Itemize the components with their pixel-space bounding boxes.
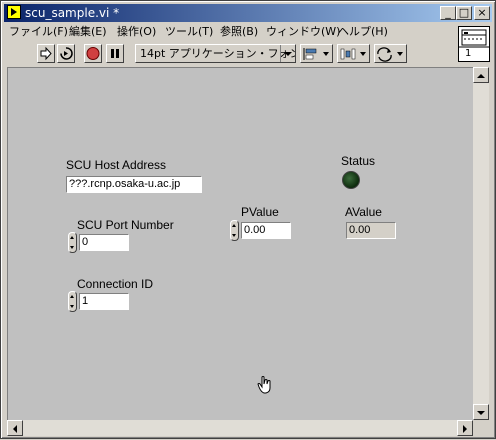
window-title: scu_sample.vi * xyxy=(25,6,120,20)
connection-id-input[interactable]: 1 xyxy=(79,293,129,310)
scroll-up-button[interactable] xyxy=(473,67,489,83)
reorder-button[interactable] xyxy=(374,44,407,63)
abort-button[interactable] xyxy=(84,44,102,63)
font-dropdown-label: 14pt アプリケーション・フォント xyxy=(140,47,296,60)
arrow-right-icon xyxy=(463,425,467,433)
status-label: Status xyxy=(341,154,376,168)
host-address-input[interactable]: ???.rcnp.osaka-u.ac.jp xyxy=(66,176,202,193)
run-arrow-icon xyxy=(40,46,52,61)
port-number-input[interactable]: 0 xyxy=(79,234,129,251)
avalue-indicator: 0.00 xyxy=(346,222,396,239)
align-objects-button[interactable] xyxy=(300,44,333,63)
pause-icon xyxy=(111,49,119,58)
title-bar[interactable]: scu_sample.vi * _ □ × xyxy=(4,4,492,22)
font-dropdown[interactable]: 14pt アプリケーション・フォント xyxy=(135,44,296,63)
distribute-objects-icon xyxy=(340,48,356,60)
maximize-button[interactable]: □ xyxy=(456,6,472,20)
vi-window: scu_sample.vi * _ □ × ファイル(F) 編集(E) 操作(O… xyxy=(0,0,496,439)
scroll-left-button[interactable] xyxy=(7,420,23,436)
menu-operate[interactable]: 操作(O) xyxy=(117,25,156,39)
run-continuously-button[interactable] xyxy=(57,44,75,63)
minimize-button[interactable]: _ xyxy=(440,6,456,20)
toolbar: 14pt アプリケーション・フォント xyxy=(4,41,454,67)
menu-browse[interactable]: 参照(B) xyxy=(220,25,258,39)
connection-id-increment-decrement[interactable] xyxy=(68,291,77,312)
avalue-label: AValue xyxy=(345,205,382,219)
port-number-label: SCU Port Number xyxy=(77,218,174,232)
scroll-down-button[interactable] xyxy=(473,404,489,420)
horizontal-scrollbar[interactable] xyxy=(7,420,473,436)
pvalue-input[interactable]: 0.00 xyxy=(241,222,291,239)
connection-id-label: Connection ID xyxy=(77,277,154,291)
size-grip[interactable] xyxy=(473,420,489,436)
chevron-down-icon xyxy=(280,45,295,62)
run-button[interactable] xyxy=(37,44,55,63)
menu-tools[interactable]: ツール(T) xyxy=(165,25,213,39)
menu-window[interactable]: ウィンドウ(W) xyxy=(266,25,340,39)
chevron-down-icon xyxy=(323,52,329,56)
align-objects-icon xyxy=(303,48,317,60)
menu-help[interactable]: ヘルプ(H) xyxy=(338,25,388,39)
labview-vi-icon xyxy=(7,5,21,19)
arrow-left-icon xyxy=(13,425,17,433)
chevron-down-icon xyxy=(397,52,403,56)
host-address-label: SCU Host Address xyxy=(66,158,167,172)
vi-icon xyxy=(459,29,489,48)
reorder-icon xyxy=(377,47,392,62)
chevron-down-icon xyxy=(360,52,366,56)
menu-edit[interactable]: 編集(E) xyxy=(69,25,107,39)
arrow-down-icon xyxy=(477,411,485,415)
pause-button[interactable] xyxy=(106,44,124,63)
arrow-up-icon xyxy=(477,74,485,78)
distribute-objects-button[interactable] xyxy=(337,44,370,63)
pvalue-increment-decrement[interactable] xyxy=(230,220,239,241)
port-number-increment-decrement[interactable] xyxy=(68,232,77,253)
hand-cursor-icon xyxy=(257,376,271,394)
vertical-scrollbar[interactable] xyxy=(473,67,489,420)
status-led xyxy=(342,171,360,189)
pvalue-label: PValue xyxy=(241,205,279,219)
connector-pane-label: 1 xyxy=(465,48,472,59)
connector-pane-icon[interactable]: 1 xyxy=(458,26,490,62)
scroll-right-button[interactable] xyxy=(457,420,473,436)
stop-sign-icon xyxy=(86,47,100,60)
menu-file[interactable]: ファイル(F) xyxy=(9,25,68,39)
close-button[interactable]: × xyxy=(474,6,490,20)
menu-bar: ファイル(F) 編集(E) 操作(O) ツール(T) 参照(B) ウィンドウ(W… xyxy=(4,23,454,41)
run-continuously-icon xyxy=(60,47,73,60)
